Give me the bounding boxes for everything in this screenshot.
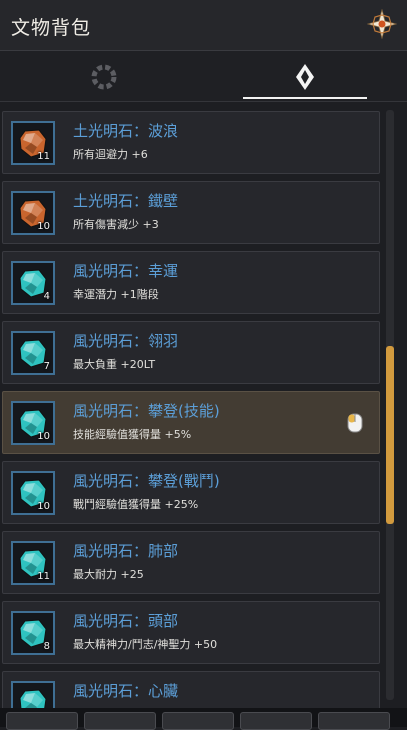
item-count: 10 — [37, 501, 50, 512]
relic-item[interactable]: 11 風光明石：肺部最大耐力 +25 — [2, 531, 380, 594]
item-description: 最大負重 +20LT — [73, 358, 156, 371]
item-description: 最大精神力/鬥志/神聖力 +50 — [73, 638, 218, 651]
hotbar-slot[interactable] — [318, 712, 390, 730]
relic-item[interactable]: 7 風光明石：翎羽最大負重 +20LT — [2, 321, 380, 384]
hotbar-slot[interactable] — [6, 712, 78, 730]
item-slot[interactable]: 10 — [11, 401, 55, 445]
item-slot[interactable]: 11 — [11, 121, 55, 165]
item-name: 土光明石：鐵壁 — [73, 192, 179, 210]
diamond-gem-icon — [290, 62, 320, 92]
item-count: 11 — [37, 571, 50, 582]
item-name: 土光明石：波浪 — [73, 122, 179, 140]
tab-bar — [0, 51, 407, 102]
active-tab-indicator — [243, 97, 367, 99]
compass-star-icon[interactable] — [366, 8, 398, 40]
scrollbar-thumb[interactable] — [386, 346, 394, 524]
hotbar — [0, 708, 407, 730]
item-name: 風光明石：攀登(戰鬥) — [73, 472, 220, 490]
item-slot[interactable]: 11 — [11, 541, 55, 585]
window-header: 文物背包 — [0, 0, 407, 51]
relic-item[interactable]: 8 風光明石：頭部最大精神力/鬥志/神聖力 +50 — [2, 601, 380, 664]
item-name: 風光明石：肺部 — [73, 542, 179, 560]
item-description: 戰鬥經驗值獲得量 +25% — [73, 498, 199, 511]
mouse-click-icon — [347, 413, 363, 437]
item-description: 技能經驗值獲得量 +5% — [73, 428, 192, 441]
relic-item[interactable]: 10 風光明石：攀登(戰鬥) 戰鬥經驗值獲得量 +25% — [2, 461, 380, 524]
item-name: 風光明石：攀登(技能) — [73, 402, 220, 420]
ring-dots-icon — [89, 62, 119, 92]
item-count: 7 — [43, 361, 50, 372]
item-name: 風光明石：幸運 — [73, 262, 179, 280]
hotbar-slot[interactable] — [84, 712, 156, 730]
relic-item[interactable]: 11 土光明石：波浪所有迴避力 +6 — [2, 111, 380, 174]
item-name: 風光明石：翎羽 — [73, 332, 179, 350]
window-title: 文物背包 — [11, 17, 92, 39]
item-slot[interactable]: 4 — [11, 261, 55, 305]
tab-gems[interactable] — [205, 51, 405, 101]
item-slot[interactable]: 8 — [11, 611, 55, 655]
item-slot[interactable]: 10 — [11, 191, 55, 235]
item-name: 風光明石：頭部 — [73, 612, 179, 630]
relic-item[interactable]: 10 風光明石：攀登(技能) 技能經驗值獲得量 +5% — [2, 391, 380, 454]
relic-list: 11 土光明石：波浪所有迴避力 +6 10 土光明石：鐵壁所有傷害減少 +3 4 風光明石… — [0, 104, 385, 727]
hotbar-slot[interactable] — [240, 712, 312, 730]
item-count: 11 — [37, 151, 50, 162]
item-description: 最大耐力 +25 — [73, 568, 144, 581]
item-count: 4 — [43, 291, 50, 302]
item-description: 幸運潛力 +1階段 — [73, 288, 159, 301]
tab-general[interactable] — [4, 51, 204, 101]
relic-item[interactable]: 10 土光明石：鐵壁所有傷害減少 +3 — [2, 181, 380, 244]
item-slot[interactable]: 7 — [11, 331, 55, 375]
item-count: 8 — [43, 641, 50, 652]
item-count: 10 — [37, 431, 50, 442]
item-count: 10 — [37, 221, 50, 232]
scrollbar[interactable] — [386, 110, 394, 700]
item-description: 所有迴避力 +6 — [73, 148, 148, 161]
item-description: 所有傷害減少 +3 — [73, 218, 159, 231]
item-slot[interactable]: 10 — [11, 471, 55, 515]
hotbar-slot[interactable] — [162, 712, 234, 730]
relic-item[interactable]: 4 風光明石：幸運幸運潛力 +1階段 — [2, 251, 380, 314]
item-name: 風光明石：心臟 — [73, 682, 179, 700]
